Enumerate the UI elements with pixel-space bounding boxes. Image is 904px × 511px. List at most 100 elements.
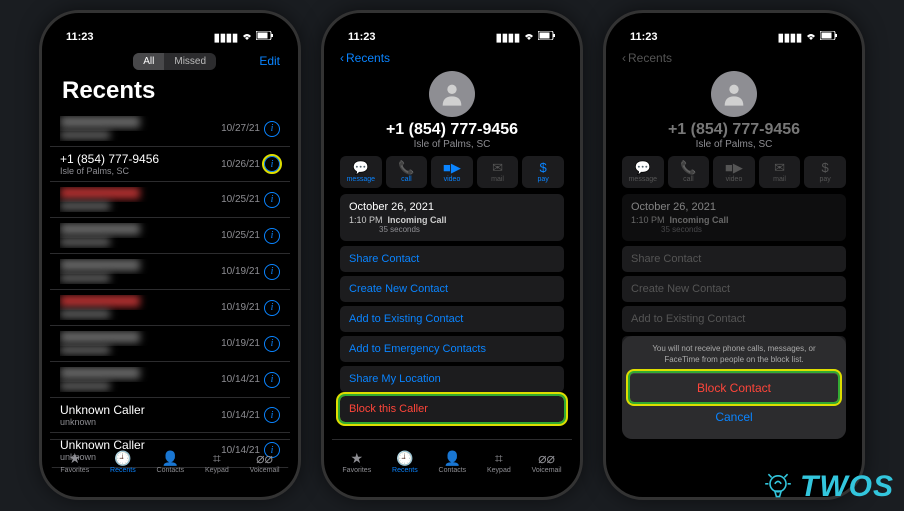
action-pay: $pay (804, 156, 846, 188)
call-row[interactable]: Unknown Callerunknown10/14/21i (50, 398, 290, 433)
action-call: 📞call (668, 156, 710, 188)
call-row[interactable]: 10/25/21i (50, 182, 290, 218)
call-name (60, 223, 221, 238)
opt-share-contact[interactable]: Share Contact (340, 246, 564, 272)
call-sub (60, 274, 221, 284)
keypad-icon: ⌗ (495, 450, 503, 466)
call-name: Unknown Caller (60, 403, 221, 417)
tab-contacts[interactable]: 👤Contacts (157, 450, 185, 474)
block-contact-button[interactable]: Block Contact (630, 373, 838, 402)
pay-icon: $ (822, 161, 829, 175)
call-row[interactable]: 10/25/21i (50, 218, 290, 254)
contact-number: +1 (854) 777-9456 (614, 121, 854, 139)
tab-recents[interactable]: 🕘Recents (110, 450, 136, 474)
nav-bar: All Missed Edit (50, 47, 290, 75)
action-video[interactable]: ■▶video (431, 156, 473, 188)
call-row[interactable]: +1 (854) 777-9456Isle of Palms, SC10/26/… (50, 147, 290, 182)
back-button: ‹ Recents (614, 47, 854, 69)
back-button[interactable]: ‹ Recents (332, 47, 572, 69)
contact-number: +1 (854) 777-9456 (332, 121, 572, 139)
signal-icon: ▮▮▮▮ (214, 31, 238, 44)
tab-contacts[interactable]: 👤Contacts (439, 450, 467, 474)
notch (397, 13, 507, 33)
info-button[interactable]: i (264, 336, 280, 352)
call-row[interactable]: 10/27/21 i (50, 111, 290, 147)
call-name (60, 295, 221, 310)
tab-voicemail[interactable]: ⌀⌀Voicemail (250, 450, 280, 474)
message-icon: 💬 (635, 161, 651, 175)
call-date: October 26, 2021 (349, 201, 555, 213)
call-date: 10/26/21 (221, 159, 260, 170)
clock-icon: 🕘 (114, 450, 131, 466)
call-time-line: 1:10 PM Incoming Call (349, 215, 555, 225)
back-label: Recents (628, 51, 672, 65)
opt-share-loc[interactable]: Share My Location (340, 366, 564, 392)
opt-block-this-caller[interactable]: Block this Caller (340, 396, 564, 422)
call-date: 10/19/21 (221, 266, 260, 277)
opt-add-existing: Add to Existing Contact (622, 306, 846, 332)
call-row[interactable]: 10/19/21 i (50, 326, 290, 362)
block-confirmation-modal: You will not receive phone calls, messag… (622, 336, 846, 439)
action-call[interactable]: 📞call (386, 156, 428, 188)
info-button[interactable]: i (264, 228, 280, 244)
call-date: 10/27/21 (221, 123, 260, 134)
opt-add-existing[interactable]: Add to Existing Contact (340, 306, 564, 332)
info-button[interactable]: i (264, 192, 280, 208)
call-date: 10/19/21 (221, 338, 260, 349)
keypad-icon: ⌗ (213, 450, 221, 466)
lightbulb-icon (762, 471, 794, 503)
phone-icon: 📞 (680, 161, 696, 175)
battery-icon (820, 31, 838, 43)
call-name (60, 187, 221, 202)
tab-keypad[interactable]: ⌗Keypad (487, 450, 511, 474)
tab-favorites[interactable]: ★Favorites (342, 450, 371, 474)
mail-icon: ✉ (774, 161, 785, 175)
modal-message: You will not receive phone calls, messag… (630, 344, 838, 365)
tab-recents[interactable]: 🕘Recents (392, 450, 418, 474)
call-row[interactable]: 10/19/21 i (50, 290, 290, 326)
status-right: ▮▮▮▮ (778, 31, 838, 44)
edit-button[interactable]: Edit (259, 54, 280, 68)
info-button[interactable]: i (264, 407, 280, 423)
segmented-control[interactable]: All Missed (133, 53, 216, 70)
action-mail: ✉mail (477, 156, 519, 188)
action-message: 💬message (622, 156, 664, 188)
contact-location: Isle of Palms, SC (614, 139, 854, 150)
page-title: Recents (50, 75, 290, 111)
call-row[interactable]: 10/14/21i (50, 362, 290, 398)
opt-create-new-contact[interactable]: Create New Contact (340, 276, 564, 302)
info-button[interactable]: i (264, 156, 280, 172)
info-button[interactable]: i (264, 264, 280, 280)
avatar (711, 71, 757, 117)
seg-all[interactable]: All (133, 53, 164, 70)
call-date: 10/19/21 (221, 302, 260, 313)
info-button[interactable]: i (264, 121, 280, 137)
message-icon: 💬 (353, 161, 369, 175)
action-row: 💬message 📞call ■▶video ✉mail $pay (614, 156, 854, 194)
voicemail-icon: ⌀⌀ (538, 450, 555, 466)
call-sub: Isle of Palms, SC (60, 166, 221, 176)
wifi-icon (805, 31, 817, 44)
battery-icon (538, 31, 556, 43)
notch (115, 13, 225, 33)
info-button[interactable]: i (264, 300, 280, 316)
opt-emergency[interactable]: Add to Emergency Contacts (340, 336, 564, 362)
cancel-button[interactable]: Cancel (630, 402, 838, 431)
chevron-left-icon: ‹ (622, 51, 626, 65)
call-duration: 35 seconds (349, 225, 555, 234)
call-row[interactable]: 10/19/21 i (50, 254, 290, 290)
twos-logo: TWOS (762, 470, 894, 504)
action-pay[interactable]: $pay (522, 156, 564, 188)
phone-block-confirmation: 11:23 ▮▮▮▮ ‹ Recents +1 (854) 777-9456 I… (603, 10, 865, 500)
call-log-card: October 26, 2021 1:10 PM Incoming Call 3… (340, 194, 564, 241)
call-list[interactable]: 10/27/21i+1 (854) 777-9456Isle of Palms,… (50, 111, 290, 468)
tab-keypad[interactable]: ⌗Keypad (205, 450, 229, 474)
action-message[interactable]: 💬message (340, 156, 382, 188)
screen: 11:23 ▮▮▮▮ ‹ Recents +1 (854) 777-9456 I… (614, 21, 854, 489)
seg-missed[interactable]: Missed (164, 53, 216, 70)
tab-favorites[interactable]: ★Favorites (60, 450, 89, 474)
status-time: 11:23 (348, 31, 376, 43)
call-date: 10/14/21 (221, 410, 260, 421)
info-button[interactable]: i (264, 372, 280, 388)
tab-voicemail[interactable]: ⌀⌀Voicemail (532, 450, 562, 474)
